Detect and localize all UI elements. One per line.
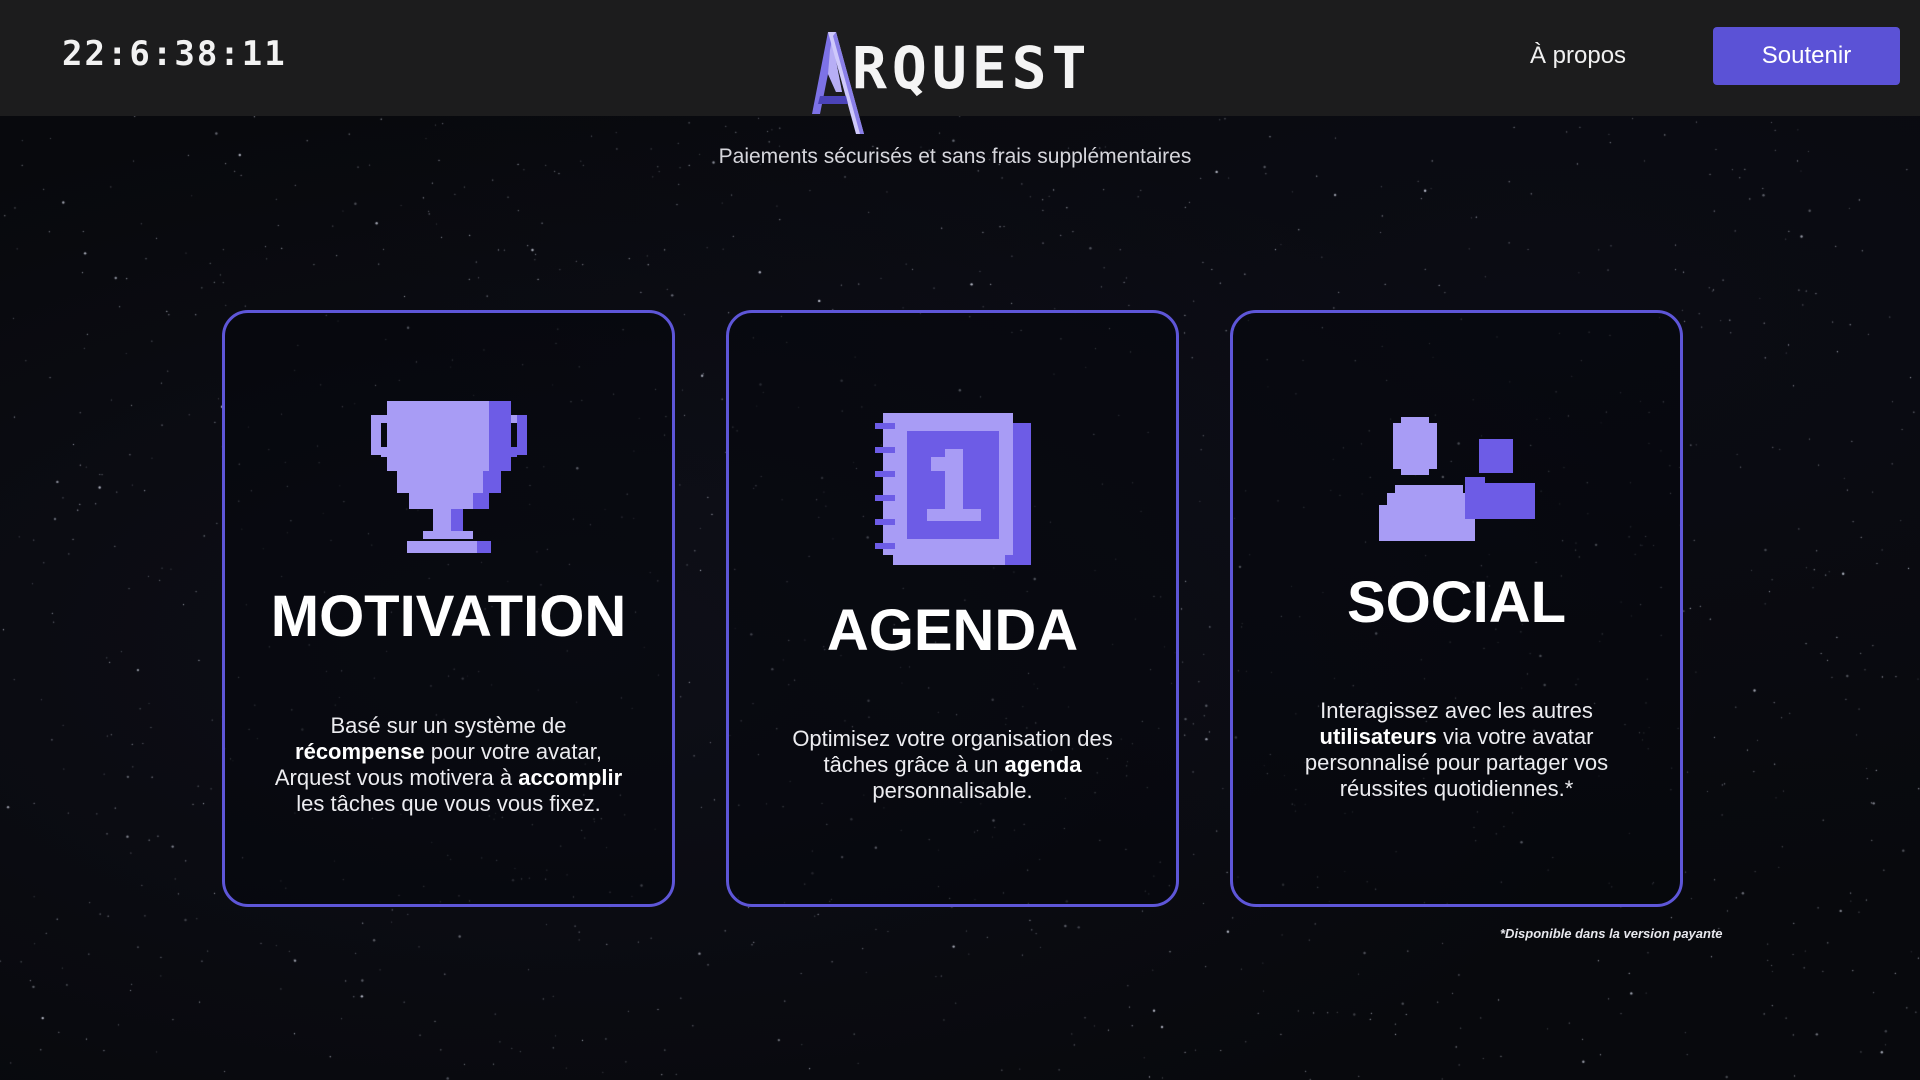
clock: 22:6:38:11: [62, 34, 287, 74]
body-text: tâches grâce à un: [823, 752, 1005, 777]
tagline: Paiements sécurisés et sans frais supplé…: [718, 145, 1192, 168]
user-chat-icon: [1378, 417, 1535, 541]
body-text: personnalisable.: [872, 778, 1033, 803]
trophy-icon: [370, 401, 527, 553]
body-text: personnalisé pour partager vos: [1304, 750, 1609, 775]
body-text: les tâches que vous vous fixez.: [296, 791, 601, 816]
support-button[interactable]: Soutenir: [1713, 27, 1900, 85]
card-motivation: MOTIVATION Basé sur un système de récompe…: [222, 310, 675, 907]
logo[interactable]: RQUEST: [806, 30, 1126, 134]
body-text: via votre avatar: [1436, 724, 1594, 749]
calendar-icon: [874, 413, 1031, 565]
body-text: Arquest vous motivera à: [274, 765, 519, 790]
card-agenda: AGENDA Optimisez votre organisation des t…: [726, 310, 1179, 907]
header: 22:6:38:11 RQUEST À propos Soutenir: [0, 0, 1920, 134]
nav-about-link[interactable]: À propos: [1530, 42, 1626, 70]
body-text: Basé sur un système de: [330, 713, 567, 738]
emphasis-text: utilisateurs: [1319, 724, 1437, 749]
card-title: AGENDA: [826, 598, 1079, 663]
footnote: *Disponible dans la version payante: [1500, 926, 1723, 941]
body-text: Interagissez avec les autres: [1320, 698, 1593, 723]
card-title: SOCIAL: [1346, 570, 1567, 635]
page: 22:6:38:11 RQUEST À propos Soutenir Paie…: [0, 0, 1920, 1080]
card-social: SOCIAL Interagissez avec les autres utili…: [1230, 310, 1683, 907]
card-description: Basé sur un système de récompense pour vo…: [255, 713, 642, 817]
card-description: Interagissez avec les autres utilisateurs…: [1263, 698, 1650, 802]
body-text: réussites quotidiennes.*: [1339, 776, 1574, 801]
emphasis-text: récompense: [295, 739, 425, 764]
card-description: Optimisez votre organisation des tâches g…: [759, 726, 1146, 804]
body-text: pour votre avatar,: [424, 739, 602, 764]
emphasis-text: agenda: [1004, 752, 1082, 777]
logo-text: RQUEST: [852, 34, 1092, 102]
body-text: Optimisez votre organisation des: [792, 726, 1113, 751]
card-title: MOTIVATION: [270, 584, 627, 649]
emphasis-text: accomplir: [518, 765, 623, 790]
